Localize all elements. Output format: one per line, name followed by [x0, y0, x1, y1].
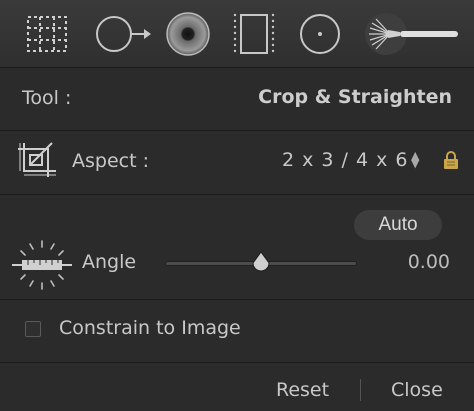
radial-filter-icon — [300, 14, 340, 54]
crop-panel: Tool : Crop & Straighten Aspect : 2 x 3 … — [0, 68, 474, 411]
crop-overlay-icon — [27, 16, 67, 52]
red-eye-icon — [166, 12, 210, 56]
spot-removal-tool[interactable] — [90, 0, 156, 68]
button-separator — [360, 379, 361, 401]
straighten-tool-icon[interactable] — [10, 238, 74, 296]
tool-name: Crop & Straighten — [258, 86, 452, 108]
tool-strip — [0, 0, 474, 68]
close-button[interactable]: Close — [391, 379, 443, 401]
reset-button[interactable]: Reset — [276, 379, 329, 401]
crop-frame-icon[interactable] — [16, 141, 60, 183]
divider — [0, 194, 474, 195]
spot-removal-icon — [96, 16, 151, 52]
graduated-filter-icon — [233, 13, 275, 54]
auto-button[interactable]: Auto — [354, 210, 442, 240]
constrain-to-image-checkbox[interactable] — [25, 321, 41, 337]
angle-slider-thumb[interactable] — [250, 251, 272, 277]
angle-label: Angle — [82, 251, 137, 273]
radial-filter-tool[interactable] — [290, 0, 350, 68]
divider — [0, 362, 474, 363]
aspect-dropdown-arrows-icon[interactable]: ▲ ▼ — [411, 150, 419, 169]
lock-icon[interactable] — [443, 150, 459, 174]
constrain-to-image-label[interactable]: Constrain to Image — [59, 317, 241, 339]
adjustment-brush-tool[interactable] — [362, 0, 462, 68]
red-eye-tool[interactable] — [158, 0, 218, 68]
aspect-select[interactable]: 2 x 3 / 4 x 6 — [282, 149, 408, 171]
adjustment-brush-icon — [365, 13, 458, 55]
tool-label: Tool : — [22, 87, 72, 109]
divider — [0, 130, 474, 131]
angle-value[interactable]: 0.00 — [408, 251, 450, 273]
aspect-label: Aspect : — [72, 150, 149, 172]
crop-overlay-tool[interactable] — [14, 0, 80, 68]
graduated-filter-tool[interactable] — [222, 0, 286, 68]
divider — [0, 299, 474, 300]
